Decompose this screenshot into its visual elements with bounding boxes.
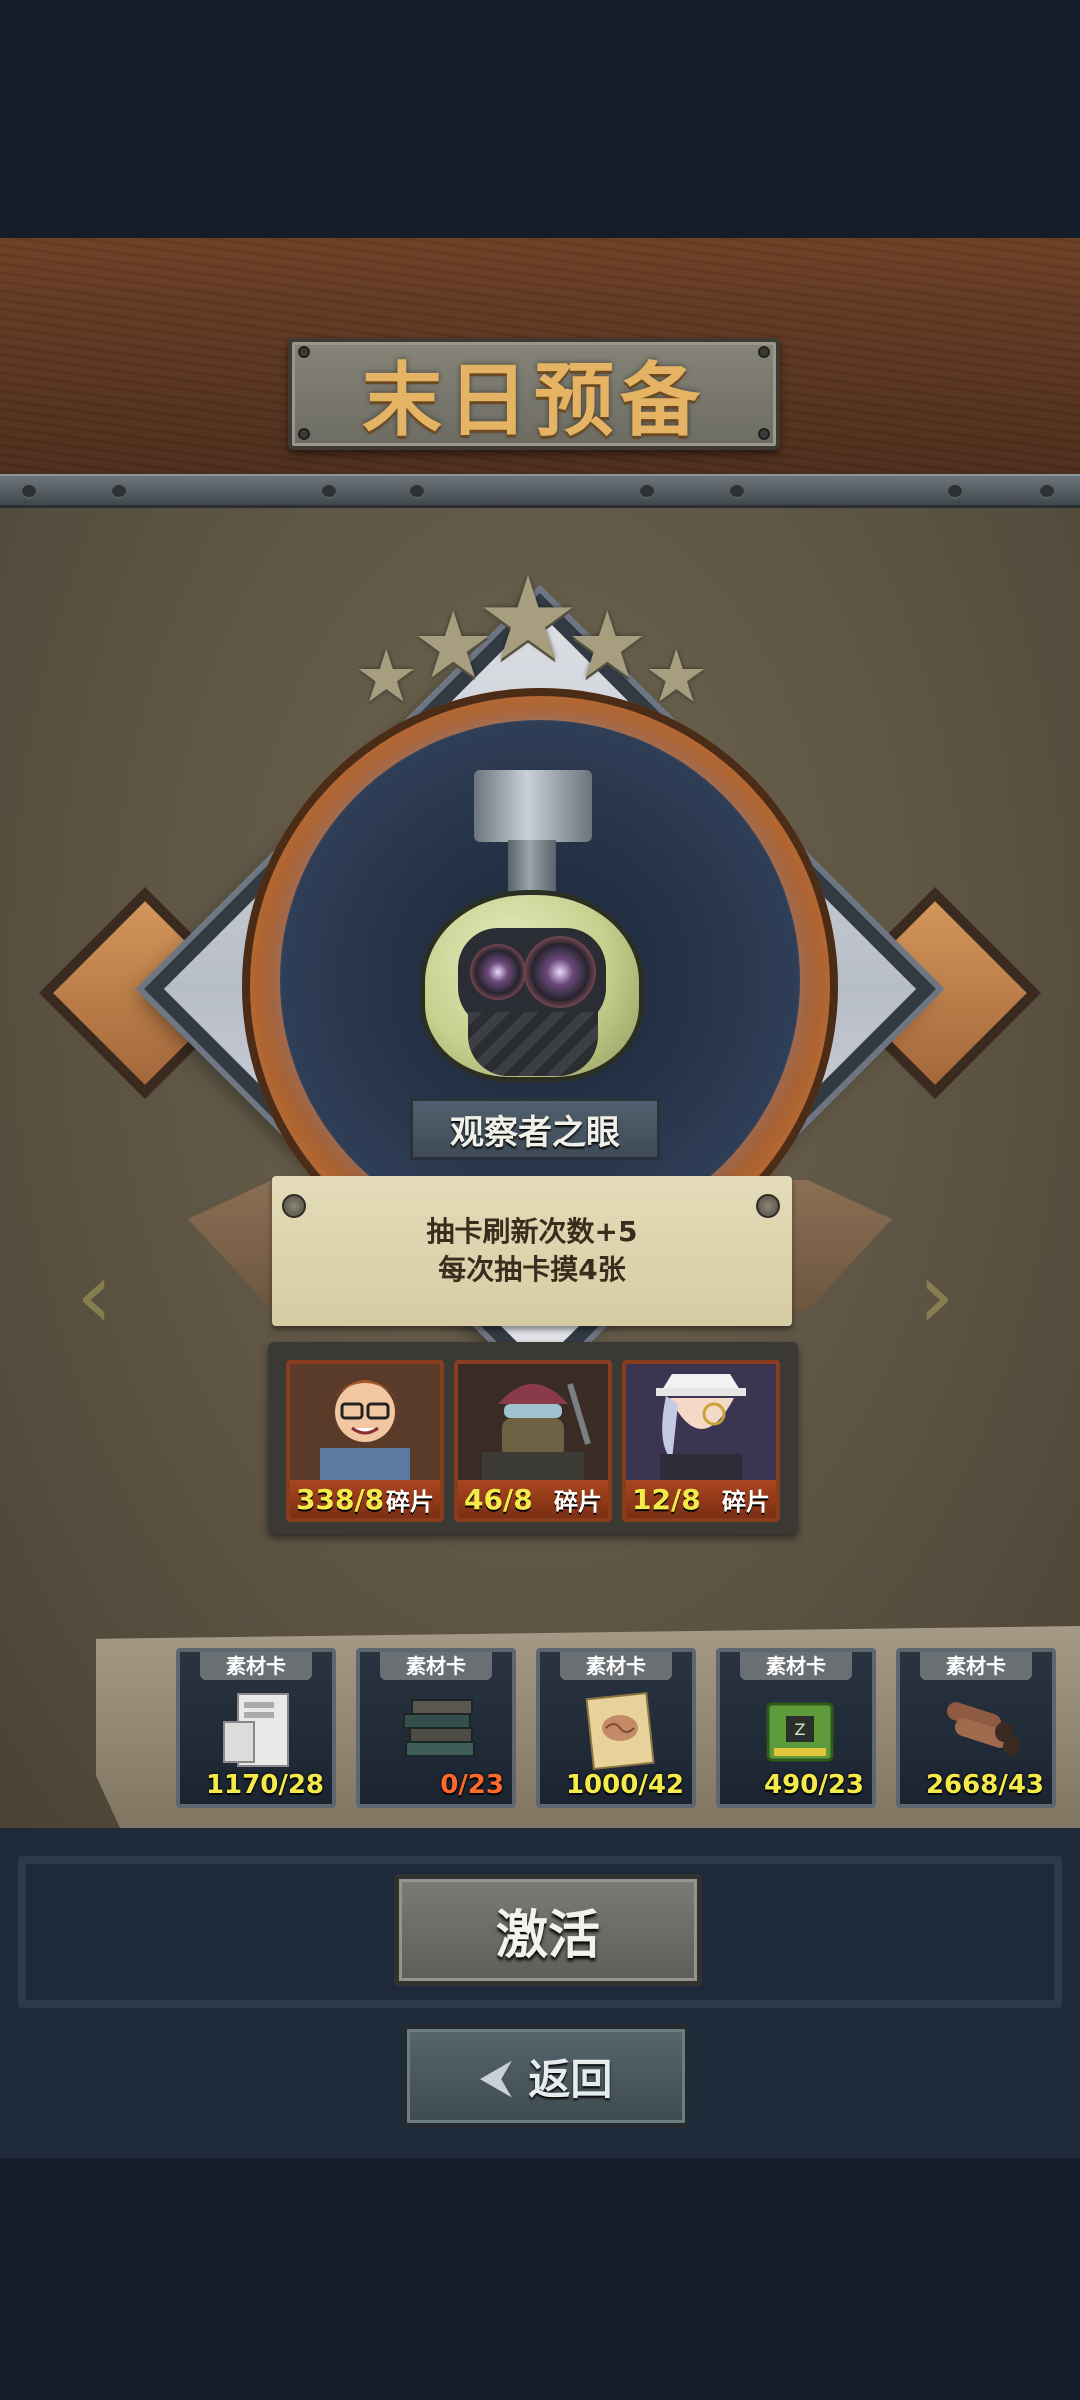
screw-icon — [298, 346, 310, 358]
fragment-info-bar: 12/8 碎片 — [626, 1480, 776, 1518]
fragment-info-bar: 338/8 碎片 — [290, 1480, 440, 1518]
screw-icon — [298, 428, 310, 440]
rivet-icon — [410, 485, 424, 499]
pipes-icon — [946, 1702, 1020, 1756]
rivet-icon — [730, 485, 744, 499]
activate-label: 激活 — [495, 1904, 600, 1966]
rivet-icon — [322, 485, 336, 499]
activate-button[interactable]: 激活 — [394, 1874, 702, 1986]
star-icon: ★ — [354, 634, 419, 718]
brain-paper-icon — [585, 1691, 655, 1771]
pin-icon — [282, 1194, 306, 1218]
pin-icon — [756, 1194, 780, 1218]
fragment-count: 12/8 — [632, 1482, 701, 1516]
fragment-card[interactable]: 46/8 碎片 — [454, 1360, 612, 1522]
chevron-right-icon[interactable]: › — [918, 1250, 955, 1342]
fragment-label: 碎片 — [386, 1487, 434, 1516]
rivet-icon — [112, 485, 126, 499]
page-title: 末日预备 — [362, 353, 706, 447]
ability-name: 观察者之眼 — [450, 1112, 620, 1153]
description-line: 抽卡刷新次数+5 — [426, 1215, 638, 1248]
chip-icon: Z — [766, 1702, 834, 1762]
screw-icon — [758, 346, 770, 358]
books-icon — [403, 1699, 475, 1757]
material-count: 490/23 — [764, 1770, 864, 1800]
material-card[interactable]: 素材卡 1170/28 — [176, 1648, 336, 1808]
material-card[interactable]: 素材卡 2668/43 — [896, 1648, 1056, 1808]
material-card[interactable]: 素材卡 0/23 — [356, 1648, 516, 1808]
fragment-label: 碎片 — [554, 1487, 602, 1516]
material-count: 2668/43 — [925, 1770, 1044, 1800]
material-card[interactable]: 素材卡 1000/42 — [536, 1648, 696, 1808]
fragment-info-bar: 46/8 碎片 — [458, 1480, 608, 1518]
character-portrait — [290, 1364, 440, 1488]
rivet-icon — [1040, 485, 1054, 499]
character-portrait — [626, 1364, 776, 1488]
svg-text:Z: Z — [795, 1720, 806, 1739]
computer-case-icon — [223, 1693, 289, 1767]
ability-description-scroll: 抽卡刷新次数+5 每次抽卡摸4张 — [272, 1176, 792, 1326]
star-icon: ★ — [644, 634, 709, 718]
star-icon: ★ — [566, 592, 649, 699]
material-tag: 素材卡 — [740, 1652, 852, 1680]
ability-nameplate: 观察者之眼 — [410, 1098, 660, 1160]
character-portrait — [458, 1364, 608, 1488]
material-card[interactable]: 素材卡 Z 490/23 — [716, 1648, 876, 1808]
rivet-icon — [948, 485, 962, 499]
rivet-icon — [640, 485, 654, 499]
metal-rail — [0, 474, 1080, 508]
title-plate: 末日预备 — [288, 338, 780, 450]
description-line: 每次抽卡摸4张 — [438, 1253, 626, 1286]
material-count: 0/23 — [440, 1770, 504, 1800]
material-count: 1170/28 — [205, 1770, 324, 1800]
rivet-icon — [22, 485, 36, 499]
material-count: 1000/42 — [565, 1770, 684, 1800]
material-tag: 素材卡 — [920, 1652, 1032, 1680]
robot-lens-left — [470, 944, 526, 1000]
fragment-count: 46/8 — [464, 1482, 533, 1516]
material-tag: 素材卡 — [380, 1652, 492, 1680]
fragment-card[interactable]: 338/8 碎片 — [286, 1360, 444, 1522]
screw-icon — [758, 428, 770, 440]
star-icon: ★ — [476, 552, 580, 687]
fragment-count: 338/8 — [296, 1482, 385, 1516]
material-tag: 素材卡 — [200, 1652, 312, 1680]
robot-eye-mount — [474, 770, 592, 842]
robot-lens-right — [524, 936, 596, 1008]
fragment-card[interactable]: 12/8 碎片 — [622, 1360, 780, 1522]
robot-eye-jaw — [468, 1012, 598, 1076]
material-tag: 素材卡 — [560, 1652, 672, 1680]
back-button[interactable]: ⮜ 返回 — [402, 2024, 690, 2128]
back-label: 返回 — [528, 2054, 613, 2104]
back-arrow-icon: ⮜ — [479, 2049, 513, 2103]
chevron-left-icon[interactable]: ‹ — [76, 1250, 113, 1342]
fragment-label: 碎片 — [722, 1487, 770, 1516]
